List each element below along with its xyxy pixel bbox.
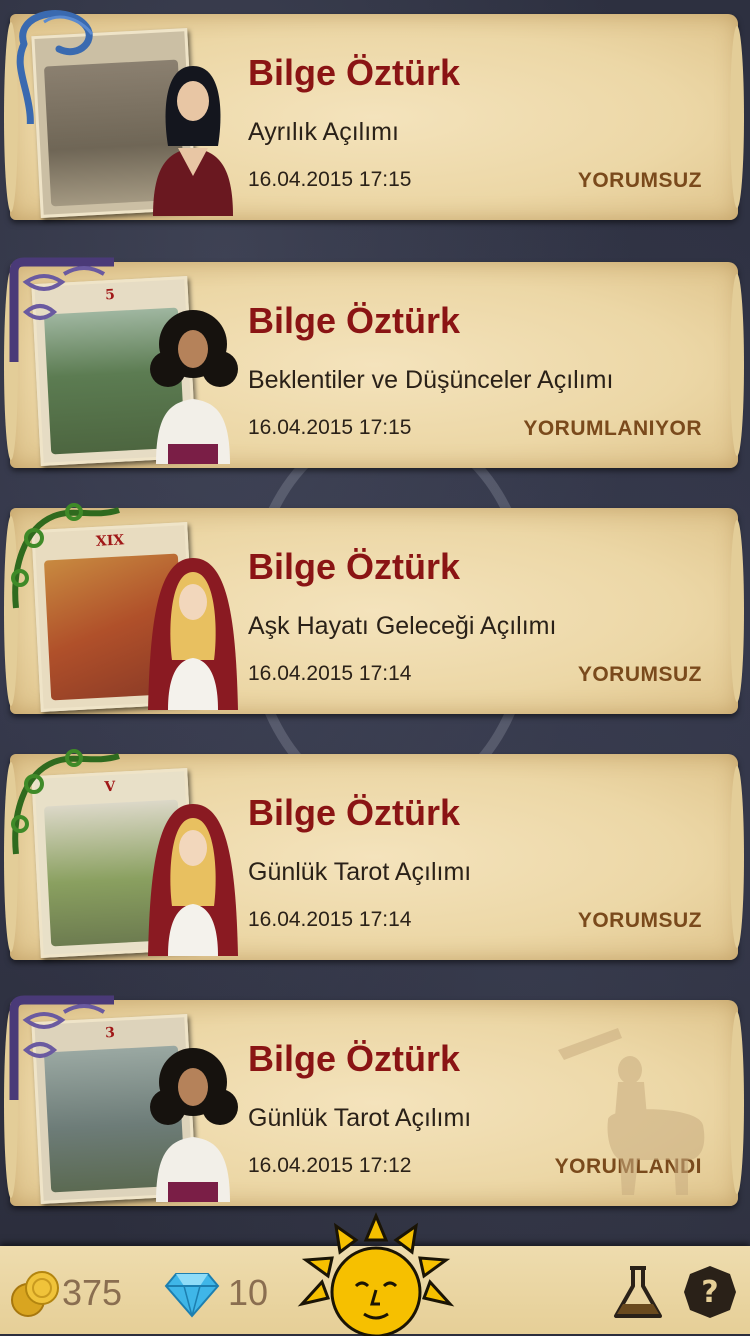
curly-haired-fortune-teller-avatar xyxy=(150,1048,238,1202)
reading-info: Bilge Öztürk Aşk Hayatı Geleceği Açılımı… xyxy=(248,494,708,730)
blonde-hooded-fortune-teller-avatar xyxy=(148,558,238,710)
status-label: YORUMLANIYOR xyxy=(523,417,702,440)
reading-datetime: 16.04.2015 17:12 xyxy=(248,1154,412,1177)
dark-haired-witch-avatar xyxy=(153,66,233,216)
status-label: YORUMSUZ xyxy=(577,663,702,686)
green-vine-icon xyxy=(11,749,120,855)
reader-name: Bilge Öztürk xyxy=(248,52,461,93)
help-icon[interactable]: ? xyxy=(682,1264,738,1320)
reader-name: Bilge Öztürk xyxy=(248,300,461,341)
reading-card[interactable]: Bilge Öztürk Ayrılık Açılımı 16.04.2015 … xyxy=(0,0,750,236)
reading-datetime: 16.04.2015 17:14 xyxy=(248,908,412,931)
purple-celtic-knot-icon xyxy=(9,995,114,1100)
coins-count: 375 xyxy=(62,1272,123,1313)
reading-card[interactable]: 5 Bilge Öztürk Beklentiler ve Düşünceler… xyxy=(0,248,750,484)
reader-name: Bilge Öztürk xyxy=(248,792,461,833)
blue-serpent-icon xyxy=(16,10,94,124)
bottom-bar: 375 10 ? xyxy=(0,1212,750,1336)
spread-title: Ayrılık Açılımı xyxy=(248,118,399,146)
reading-datetime: 16.04.2015 17:15 xyxy=(248,168,412,191)
blonde-hooded-fortune-teller-avatar xyxy=(148,804,238,956)
reading-card[interactable]: V Bilge Öztürk Günlük Tarot Açılımı 16.0… xyxy=(0,740,750,976)
sagittarius-centaur-watermark-icon xyxy=(558,1028,705,1195)
green-vine-icon xyxy=(11,503,120,609)
reading-info: Bilge Öztürk Ayrılık Açılımı 16.04.2015 … xyxy=(248,0,708,236)
spread-title: Beklentiler ve Düşünceler Açılımı xyxy=(248,366,614,394)
reader-name: Bilge Öztürk xyxy=(248,546,461,587)
spread-title: Günlük Tarot Açılımı xyxy=(248,1104,472,1132)
svg-text:?: ? xyxy=(701,1275,718,1310)
curly-haired-fortune-teller-avatar xyxy=(150,310,238,464)
reading-card[interactable]: XIX Bilge Öztürk Aşk Hayatı Geleceği Açı… xyxy=(0,494,750,730)
gold-coins-icon xyxy=(11,1271,59,1317)
purple-celtic-knot-icon xyxy=(9,257,114,362)
status-label: YORUMSUZ xyxy=(577,909,702,932)
reading-datetime: 16.04.2015 17:14 xyxy=(248,662,412,685)
spread-title: Günlük Tarot Açılımı xyxy=(248,858,472,886)
spread-title: Aşk Hayatı Geleceği Açılımı xyxy=(248,612,557,640)
reader-name: Bilge Öztürk xyxy=(248,1038,461,1079)
sun-face-icon[interactable] xyxy=(296,1212,456,1336)
status-label: YORUMSUZ xyxy=(577,169,702,192)
reading-info: Bilge Öztürk Günlük Tarot Açılımı 16.04.… xyxy=(248,740,708,976)
diamond-icon xyxy=(164,1273,220,1318)
gems-count: 10 xyxy=(228,1272,269,1313)
reading-datetime: 16.04.2015 17:15 xyxy=(248,416,412,439)
flask-icon[interactable] xyxy=(610,1264,666,1322)
reading-info: Bilge Öztürk Beklentiler ve Düşünceler A… xyxy=(248,248,708,484)
